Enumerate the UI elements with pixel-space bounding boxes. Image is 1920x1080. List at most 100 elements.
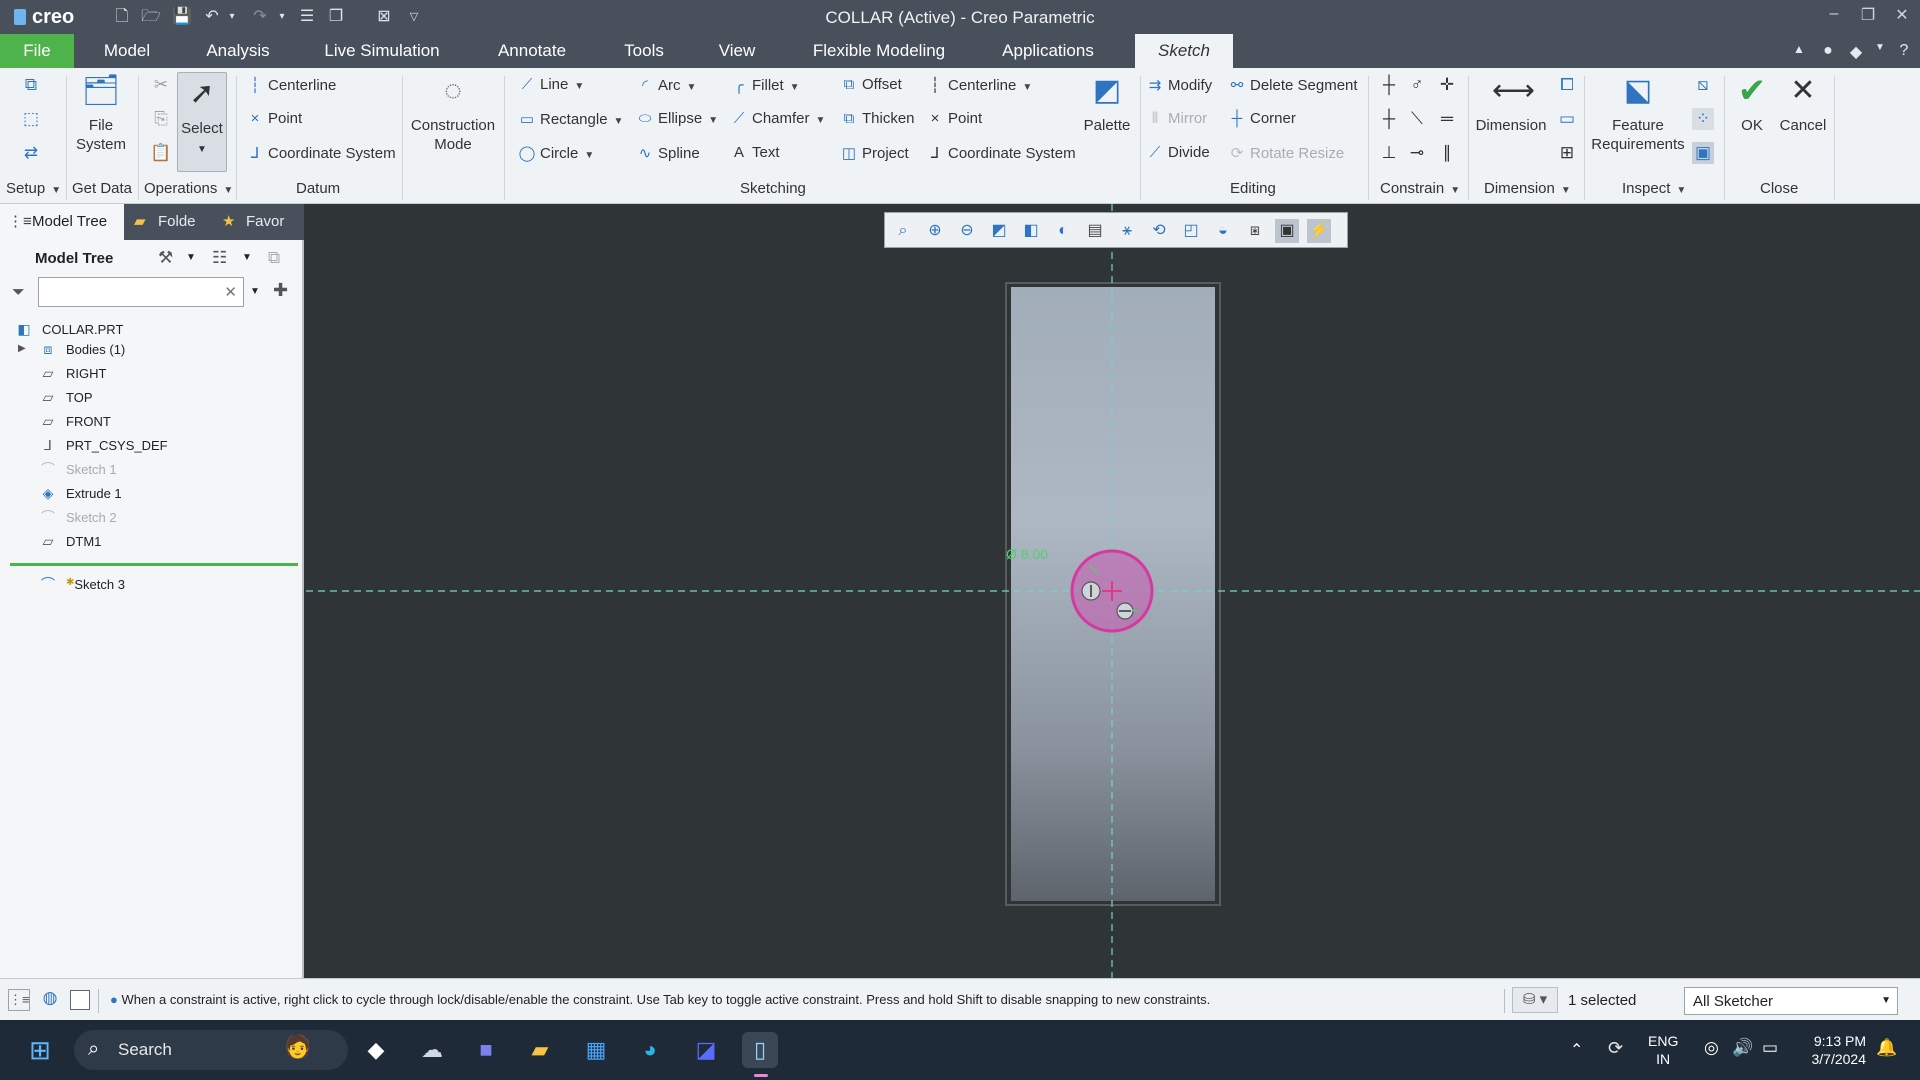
group-inspect[interactable]: Inspect ▼ — [1622, 180, 1686, 197]
reference-dim-icon[interactable]: ⊞ — [1556, 142, 1578, 164]
sketch-references-icon[interactable]: ⚡ — [1307, 219, 1331, 243]
chamfer-button[interactable]: ⟋ Chamfer ▼ — [730, 110, 826, 127]
overlapping-geometry-icon[interactable]: ⧅ — [1692, 74, 1714, 96]
copy-icon[interactable]: ⎘ — [150, 108, 172, 130]
perimeter-icon[interactable]: ⧠ — [1556, 74, 1578, 96]
cut-icon[interactable]: ✂ — [150, 74, 172, 96]
tree-item-collar-prt[interactable]: ◧ COLLAR.PRT — [14, 318, 123, 340]
file-explorer-icon[interactable]: ▰ — [522, 1032, 558, 1068]
selection-buffer-icon[interactable]: ⛁ ▾ — [1512, 987, 1558, 1013]
clock[interactable]: 9:13 PM 3/7/2024 — [1800, 1032, 1867, 1068]
network-icon[interactable]: ◎ — [1704, 1038, 1719, 1058]
vertical-constraint-icon[interactable]: ┼ — [1378, 74, 1400, 96]
tab-view[interactable]: View — [712, 34, 762, 68]
tree-item-front[interactable]: ▱ FRONT — [38, 410, 111, 432]
group-setup[interactable]: Setup ▼ — [6, 180, 61, 197]
tab-tools[interactable]: Tools — [614, 34, 674, 68]
datum-point-button[interactable]: × Point — [246, 110, 303, 127]
circle-button[interactable]: ◯ Circle ▼ — [518, 144, 595, 162]
group-constrain[interactable]: Constrain ▼ — [1380, 180, 1460, 197]
sketcher-display-filters-icon[interactable]: ▣ — [1275, 219, 1299, 243]
datum-csys-button[interactable]: ⅃ Coordinate System — [246, 144, 396, 162]
sketch-setup-icon[interactable]: ⧉ — [20, 74, 42, 96]
battery-icon[interactable]: ▭ — [1762, 1038, 1778, 1058]
copilot-app-icon[interactable]: ◆ — [358, 1032, 394, 1068]
tree-item-extrude-1[interactable]: ◈ Extrude 1 — [38, 482, 122, 504]
help-icon[interactable]: ? — [1894, 42, 1914, 60]
ellipse-button[interactable]: ⬭ Ellipse ▼ — [636, 110, 719, 127]
full-screen-icon[interactable] — [70, 990, 90, 1010]
mathcad-app-icon[interactable]: ◪ — [688, 1032, 724, 1068]
store-app-icon[interactable]: ▦ — [578, 1032, 614, 1068]
tree-search-input[interactable]: ✕ — [38, 277, 244, 307]
file-system-button[interactable]: 🗂 File System — [72, 72, 130, 154]
close-icon[interactable]: ✕ — [1890, 5, 1914, 25]
filter-icon[interactable]: ⏷ — [12, 284, 25, 302]
sync-icon[interactable]: ⟳ — [1608, 1038, 1623, 1059]
insert-here-marker[interactable] — [10, 563, 298, 566]
lightbulb-icon[interactable]: ● — [1818, 42, 1838, 60]
text-button[interactable]: A Text — [730, 144, 780, 161]
tree-filter-settings-icon[interactable]: ⧉ — [268, 248, 280, 268]
tree-settings-icon[interactable]: ⚒ — [158, 248, 173, 268]
selection-filter-dropdown[interactable]: All Sketcher ▼ — [1684, 987, 1898, 1015]
fillet-button[interactable]: ╭ Fillet ▼ — [730, 76, 799, 94]
tangent-constraint-icon[interactable]: ♂ — [1406, 74, 1428, 96]
tab-model[interactable]: Model — [92, 34, 162, 68]
line-button[interactable]: ⟋ Line ▼ — [518, 76, 585, 93]
teams-app-icon[interactable]: ■ — [468, 1032, 504, 1068]
saved-orientations-icon[interactable]: ◐ — [1051, 219, 1075, 243]
sketch-view-icon[interactable]: ⬚ — [20, 108, 42, 130]
tree-item-sketch-1[interactable]: ⌒ Sketch 1 — [38, 458, 117, 480]
refit-icon[interactable]: ⌕ — [891, 219, 915, 243]
spin-center-icon[interactable]: ⟲ — [1147, 219, 1171, 243]
offset-button[interactable]: ⧉ Offset — [840, 76, 902, 93]
mirror-button[interactable]: ⫴ Mirror — [1146, 110, 1207, 127]
spline-button[interactable]: ∿ Spline — [636, 144, 700, 162]
rotate-resize-button[interactable]: ⟳ Rotate Resize — [1228, 144, 1345, 162]
midpoint-constraint-icon[interactable]: ✛ — [1436, 74, 1458, 96]
collapse-ribbon-icon[interactable]: ▲ — [1789, 42, 1809, 56]
search-dropdown-icon[interactable]: ▼ — [250, 286, 260, 297]
sketch-csys-button[interactable]: ⅃ Coordinate System — [926, 144, 1076, 162]
equal-constraint-icon[interactable]: ═ — [1436, 108, 1458, 130]
expand-arrow-icon[interactable]: ▶ — [18, 343, 26, 354]
modify-button[interactable]: ⇉ Modify — [1146, 76, 1212, 94]
graphics-window[interactable]: Ø 8.00 ⌕ ⊕ ⊖ ◩ ◧ ◐ ▤ ⚹ ⟲ ◰ ◒ ⧆ ▣ ⚡ — [306, 204, 1920, 978]
paste-icon[interactable]: 📋 — [150, 142, 172, 164]
sketch-centerline-button[interactable]: ┆ Centerline ▼ — [926, 76, 1032, 94]
display-style-icon[interactable]: ◧ — [1019, 219, 1043, 243]
sketch-view-icon[interactable]: ◒ — [1211, 219, 1235, 243]
feature-requirements-button[interactable]: ⬕ Feature Requirements — [1590, 72, 1686, 154]
weather-app-icon[interactable]: ☁ — [414, 1032, 450, 1068]
group-dimension[interactable]: Dimension ▼ — [1484, 180, 1571, 197]
shade-closed-loops-icon[interactable]: ▣ — [1692, 142, 1714, 164]
tree-item-prt-csys-def[interactable]: ⅃ PRT_CSYS_DEF — [38, 434, 168, 456]
rectangle-button[interactable]: ▭ Rectangle ▼ — [518, 110, 624, 128]
arc-button[interactable]: ◜ Arc ▼ — [636, 76, 696, 94]
cancel-button[interactable]: ✕ Cancel — [1778, 72, 1828, 135]
tree-item-sketch-2[interactable]: ⌒ Sketch 2 — [38, 506, 117, 528]
delete-segment-button[interactable]: ⚯ Delete Segment — [1228, 76, 1358, 94]
add-filter-icon[interactable]: ✚ — [273, 280, 288, 301]
tab-analysis[interactable]: Analysis — [198, 34, 278, 68]
coincident-constraint-icon[interactable]: ⟍ — [1406, 108, 1428, 130]
symmetric-constraint-icon[interactable]: ⊸ — [1406, 142, 1428, 164]
tab-live-simulation[interactable]: Live Simulation — [318, 34, 446, 68]
tree-item-dtm1[interactable]: ▱ DTM1 — [38, 530, 102, 552]
perspective-icon[interactable]: ⧆ — [1243, 219, 1267, 243]
zoom-in-icon[interactable]: ⊕ — [923, 219, 947, 243]
tree-item-sketch-3[interactable]: ⌒ ✱Sketch 3 — [38, 572, 125, 594]
baseline-icon[interactable]: ▭ — [1556, 108, 1578, 130]
tree-item-bodies[interactable]: ⧈ Bodies (1) — [38, 338, 126, 360]
tree-item-top[interactable]: ▱ TOP — [38, 386, 93, 408]
volume-icon[interactable]: 🔊 — [1732, 1038, 1753, 1058]
learning-dropdown-icon[interactable]: ▼ — [1870, 42, 1890, 53]
perpendicular-constraint-icon[interactable]: ⊥ — [1378, 142, 1400, 164]
datum-display-icon[interactable]: ⚹ — [1115, 219, 1139, 243]
tree-columns-dropdown-icon[interactable]: ▼ — [242, 252, 252, 263]
corner-button[interactable]: ┼ Corner — [1228, 110, 1296, 127]
palette-button[interactable]: ◩ Palette — [1080, 72, 1134, 135]
construction-mode-button[interactable]: ◌ Construction Mode — [408, 72, 498, 154]
repaint-icon[interactable]: ◩ — [987, 219, 1011, 243]
